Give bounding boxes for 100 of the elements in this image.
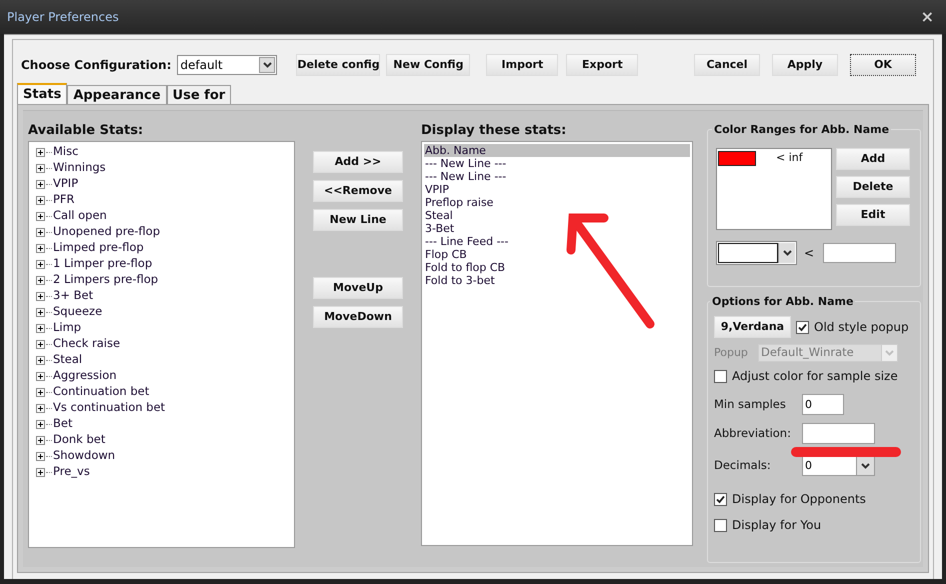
button[interactable]: Export [566, 54, 638, 76]
caret-icon [262, 62, 272, 68]
caret-icon [782, 250, 792, 256]
plus-icon[interactable] [36, 340, 45, 348]
caret-icon [885, 350, 894, 356]
button[interactable]: Add [836, 148, 910, 170]
plus-icon[interactable] [36, 388, 45, 396]
field-label: Decimals: [714, 457, 772, 474]
tree-item[interactable]: Bet [53, 415, 72, 433]
tree-item[interactable]: Winnings [53, 159, 106, 177]
list-item[interactable]: Abb. Name [424, 144, 690, 157]
button[interactable]: Import [486, 54, 558, 76]
button[interactable]: New Line [313, 209, 403, 231]
tree-item[interactable]: PFR [53, 191, 75, 209]
checkbox-label: Adjust color for sample size [732, 368, 898, 385]
tree-item[interactable]: Limp [53, 319, 82, 337]
plus-icon[interactable] [36, 468, 45, 476]
popup-label: Popup [714, 344, 749, 361]
config-label: Choose Configuration: [21, 57, 172, 74]
tree-item[interactable]: 1 Limper pre-flop [53, 255, 152, 273]
tree-item[interactable]: Donk bet [53, 431, 106, 449]
color-swatch[interactable] [718, 150, 756, 166]
plus-icon[interactable] [36, 164, 45, 172]
list-item[interactable]: Flop CB [424, 248, 690, 261]
tree-item[interactable]: Unopened pre-flop [53, 223, 160, 241]
plus-icon[interactable] [36, 308, 45, 316]
plus-icon[interactable] [36, 180, 45, 188]
button[interactable]: 9,Verdana [714, 316, 791, 338]
field-label: Min samples [714, 396, 787, 413]
tree-item[interactable]: Vs continuation bet [53, 399, 166, 417]
tree-item[interactable]: Squeeze [53, 303, 102, 321]
plus-icon[interactable] [36, 276, 45, 284]
button[interactable]: OK [850, 54, 916, 76]
caret-icon [861, 463, 870, 469]
tree-item[interactable]: Misc [53, 143, 78, 161]
button[interactable]: MoveUp [313, 277, 403, 299]
color-dropdown[interactable] [716, 241, 797, 265]
plus-icon[interactable] [36, 196, 45, 204]
list-item[interactable]: Fold to 3-bet [424, 274, 690, 287]
plus-icon[interactable] [36, 372, 45, 380]
tab[interactable]: Stats [17, 83, 68, 104]
list-item[interactable]: 3-Bet [424, 222, 690, 235]
value-field[interactable] [823, 243, 896, 263]
config-dropdown[interactable]: default [177, 55, 278, 75]
button[interactable]: Edit [836, 204, 910, 226]
button[interactable]: Cancel [694, 54, 760, 76]
button[interactable]: Delete [836, 176, 910, 198]
plus-icon[interactable] [36, 244, 45, 252]
list-item[interactable]: Steal [424, 209, 690, 222]
section-title: Available Stats: [28, 122, 144, 140]
plus-icon[interactable] [36, 292, 45, 300]
tab[interactable]: Appearance [67, 85, 167, 104]
button[interactable]: Add >> [313, 151, 403, 173]
plus-icon[interactable] [36, 324, 45, 332]
list-item[interactable]: Fold to flop CB [424, 261, 690, 274]
plus-icon[interactable] [36, 260, 45, 268]
tab[interactable]: Use for [166, 85, 232, 104]
plus-icon[interactable] [36, 404, 45, 412]
field-label: Abbreviation: [714, 424, 792, 442]
plus-icon[interactable] [36, 212, 45, 220]
list-item[interactable]: Preflop raise [424, 196, 690, 209]
button[interactable]: MoveDown [313, 306, 403, 328]
button[interactable]: <<Remove [313, 180, 403, 202]
section-title: Display these stats: [421, 122, 568, 140]
tree-item[interactable]: VPIP [53, 175, 78, 193]
checkbox[interactable] [796, 320, 809, 334]
button[interactable]: New Config [386, 54, 470, 76]
list-item[interactable]: --- Line Feed --- [424, 235, 690, 248]
tree-item[interactable]: Continuation bet [53, 383, 150, 401]
tree-item[interactable]: Aggression [53, 367, 117, 385]
decimals-dropdown[interactable]: 0 [802, 456, 875, 476]
plus-icon[interactable] [36, 452, 45, 460]
abbreviation-field[interactable] [802, 423, 875, 444]
plus-icon[interactable] [36, 420, 45, 428]
list-item[interactable]: --- New Line --- [424, 170, 690, 183]
close-button[interactable]: × [920, 9, 934, 25]
tree-item[interactable]: Pre_vs [53, 463, 90, 481]
plus-icon[interactable] [36, 356, 45, 364]
tree-item[interactable]: Showdown [53, 447, 116, 465]
checkbox-label: Old style popup [814, 319, 909, 336]
tree-item[interactable]: 3+ Bet [53, 287, 94, 305]
plus-icon[interactable] [36, 228, 45, 236]
list-item[interactable]: VPIP [424, 183, 690, 196]
min-samples-field[interactable]: 0 [802, 394, 844, 415]
plus-icon[interactable] [36, 148, 45, 156]
tree-item[interactable]: Steal [53, 351, 82, 369]
checkbox[interactable] [714, 492, 727, 506]
tree-item[interactable]: 2 Limpers pre-flop [53, 271, 158, 289]
button[interactable]: Delete config [296, 54, 380, 76]
plus-icon[interactable] [36, 436, 45, 444]
tree-item[interactable]: Limped pre-flop [53, 239, 144, 257]
list-item[interactable]: --- New Line --- [424, 157, 690, 170]
checkbox-label: Display for Opponents [732, 491, 866, 508]
checkbox[interactable] [714, 518, 727, 532]
tree-item[interactable]: Call open [53, 207, 107, 225]
group-title: Color Ranges for Abb. Name [712, 122, 892, 138]
tree-item[interactable]: Check raise [53, 335, 120, 353]
checkbox[interactable] [714, 370, 727, 382]
checkbox-label: Display for You [732, 517, 822, 534]
button[interactable]: Apply [772, 54, 838, 76]
